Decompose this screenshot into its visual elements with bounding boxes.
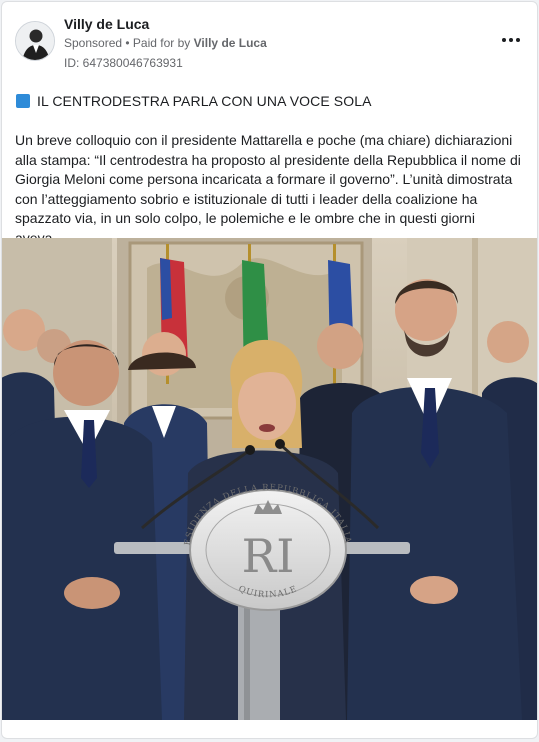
post-body-text: Un breve colloquio con il presidente Mat… (15, 132, 521, 246)
ad-id: ID: 647380046763931 (64, 56, 183, 70)
blue-square-icon (16, 94, 30, 108)
dot-icon (509, 38, 513, 42)
sponsored-line: Sponsored • Paid for by Villy de Luca (64, 36, 267, 50)
dot-icon (502, 38, 506, 42)
author-name[interactable]: Villy de Luca (64, 16, 149, 32)
post-header: Villy de Luca Sponsored • Paid for by Vi… (2, 2, 537, 78)
headline-text: IL CENTRODESTRA PARLA CON UNA VOCE SOLA (37, 93, 372, 109)
ad-post-card: Villy de Luca Sponsored • Paid for by Vi… (1, 1, 538, 739)
post-photo[interactable]: PRESIDENZA DELLA REPUBBLICA ITALIANA QUI… (2, 231, 537, 720)
paid-by-name[interactable]: Villy de Luca (194, 36, 267, 50)
dot-icon (516, 38, 520, 42)
avatar[interactable] (15, 21, 55, 61)
sponsored-label: Sponsored (64, 36, 123, 50)
seal-monogram: RI (242, 529, 295, 583)
paid-for-label: • Paid for by (125, 36, 191, 50)
more-options-button[interactable] (499, 28, 523, 52)
post-headline: IL CENTRODESTRA PARLA CON UNA VOCE SOLA (16, 93, 372, 109)
